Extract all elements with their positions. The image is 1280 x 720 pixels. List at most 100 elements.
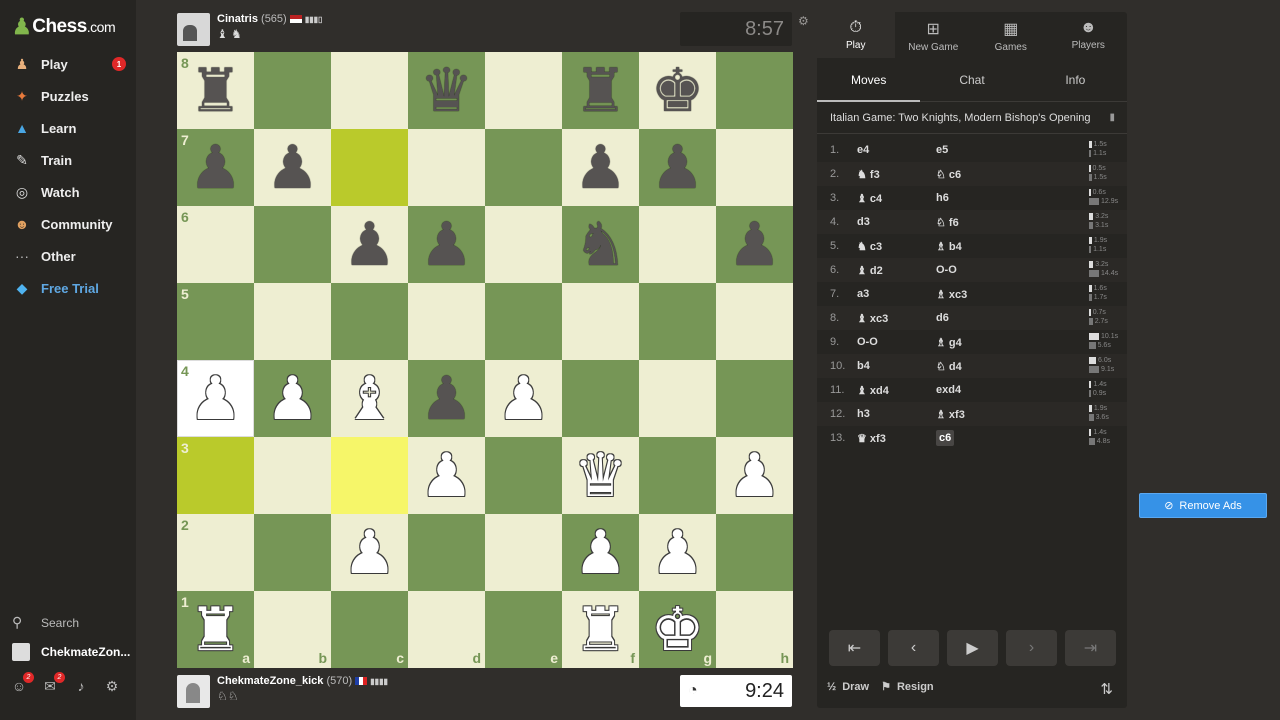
square-g8[interactable]: ♚ bbox=[639, 52, 716, 129]
square-d8[interactable]: ♛ bbox=[408, 52, 485, 129]
opponent-name-row[interactable]: Cinatris (565) ▮▮▮▯ bbox=[217, 13, 322, 25]
sidebar-item-watch[interactable]: ◎ Watch bbox=[12, 181, 128, 203]
square-a6[interactable]: 6 bbox=[177, 206, 254, 283]
first-move-button[interactable]: ⇤ bbox=[829, 630, 880, 666]
white-pawn-icon[interactable]: ♟ bbox=[266, 369, 320, 429]
square-c2[interactable]: ♟ bbox=[331, 514, 408, 591]
chess-board[interactable]: 8 ♜ ♛ ♜ ♚ 7 ♟ ♟ ♟ ♟ 6 ♟ ♟ ♞ ♟ 5 4 ♟ ♟ ♝ ♟ ♟ 3 ♟ ♛ ♟ 2 ♟ ♟ ♟ 1 a ♜ b c d e f ♜ g… bbox=[177, 52, 793, 668]
square-b3[interactable] bbox=[254, 437, 331, 514]
square-b4[interactable]: ♟ bbox=[254, 360, 331, 437]
sidebar-item-play[interactable]: ♟ Play 1 bbox=[12, 53, 128, 75]
square-e7[interactable] bbox=[485, 129, 562, 206]
resign-button[interactable]: Resign bbox=[897, 681, 934, 693]
square-a2[interactable]: 2 bbox=[177, 514, 254, 591]
square-d2[interactable] bbox=[408, 514, 485, 591]
white-pawn-icon[interactable]: ♟ bbox=[343, 523, 397, 583]
sidebar-item-train[interactable]: ✎ Train bbox=[12, 149, 128, 171]
white-move[interactable]: d3 bbox=[857, 216, 936, 228]
square-e2[interactable] bbox=[485, 514, 562, 591]
square-b5[interactable] bbox=[254, 283, 331, 360]
white-move[interactable]: O-O bbox=[857, 336, 936, 348]
black-move[interactable]: ♗ xf3 bbox=[936, 408, 1036, 421]
white-rook-icon[interactable]: ♜ bbox=[574, 600, 628, 660]
square-f7[interactable]: ♟ bbox=[562, 129, 639, 206]
book-icon[interactable]: ▮ bbox=[1109, 112, 1115, 123]
chess-com-logo[interactable]: ♟ Chess .com bbox=[12, 14, 116, 40]
white-move[interactable]: e4 bbox=[857, 144, 936, 156]
player-avatar[interactable] bbox=[177, 675, 210, 708]
square-g7[interactable]: ♟ bbox=[639, 129, 716, 206]
square-f3[interactable]: ♛ bbox=[562, 437, 639, 514]
black-pawn-icon[interactable]: ♟ bbox=[420, 369, 474, 429]
black-move[interactable]: ♘ f6 bbox=[936, 216, 1036, 229]
square-c5[interactable] bbox=[331, 283, 408, 360]
tab-players[interactable]: ☻ Players bbox=[1050, 12, 1128, 58]
square-f5[interactable] bbox=[562, 283, 639, 360]
square-f8[interactable]: ♜ bbox=[562, 52, 639, 129]
black-pawn-icon[interactable]: ♟ bbox=[189, 138, 243, 198]
square-d1[interactable]: d bbox=[408, 591, 485, 668]
square-h2[interactable] bbox=[716, 514, 793, 591]
square-g4[interactable] bbox=[639, 360, 716, 437]
square-d6[interactable]: ♟ bbox=[408, 206, 485, 283]
square-e6[interactable] bbox=[485, 206, 562, 283]
white-rook-icon[interactable]: ♜ bbox=[189, 600, 243, 660]
square-g1[interactable]: g ♚ bbox=[639, 591, 716, 668]
next-move-button[interactable]: › bbox=[1006, 630, 1057, 666]
square-a5[interactable]: 5 bbox=[177, 283, 254, 360]
square-b6[interactable] bbox=[254, 206, 331, 283]
black-queen-icon[interactable]: ♛ bbox=[420, 61, 474, 121]
square-h3[interactable]: ♟ bbox=[716, 437, 793, 514]
square-g3[interactable] bbox=[639, 437, 716, 514]
white-move[interactable]: ♝ d2 bbox=[857, 264, 936, 277]
black-pawn-icon[interactable]: ♟ bbox=[728, 215, 782, 275]
square-c3[interactable] bbox=[331, 437, 408, 514]
square-f4[interactable] bbox=[562, 360, 639, 437]
white-king-icon[interactable]: ♚ bbox=[651, 600, 705, 660]
square-h1[interactable]: h bbox=[716, 591, 793, 668]
black-move[interactable]: exd4 bbox=[936, 384, 1036, 396]
black-move[interactable]: e5 bbox=[936, 144, 1036, 156]
tab-chat[interactable]: Chat bbox=[920, 58, 1023, 101]
square-e5[interactable] bbox=[485, 283, 562, 360]
square-d4[interactable]: ♟ bbox=[408, 360, 485, 437]
black-pawn-icon[interactable]: ♟ bbox=[651, 138, 705, 198]
board-settings-icon[interactable]: ⚙ bbox=[798, 14, 809, 28]
black-knight-icon[interactable]: ♞ bbox=[574, 215, 628, 275]
draw-button[interactable]: Draw bbox=[842, 681, 869, 693]
last-move-button[interactable]: ⇥ bbox=[1065, 630, 1116, 666]
remove-ads-button[interactable]: ⊘ Remove Ads bbox=[1139, 493, 1267, 518]
square-e1[interactable]: e bbox=[485, 591, 562, 668]
square-e4[interactable]: ♟ bbox=[485, 360, 562, 437]
white-bishop-icon[interactable]: ♝ bbox=[343, 369, 397, 429]
square-c7[interactable] bbox=[331, 129, 408, 206]
square-h5[interactable] bbox=[716, 283, 793, 360]
black-pawn-icon[interactable]: ♟ bbox=[343, 215, 397, 275]
tab-play[interactable]: ⏱ Play bbox=[817, 12, 895, 58]
sidebar-item-free-trial[interactable]: ◆ Free Trial bbox=[12, 277, 128, 299]
square-g5[interactable] bbox=[639, 283, 716, 360]
square-c4[interactable]: ♝ bbox=[331, 360, 408, 437]
tab-games[interactable]: ▦ Games bbox=[972, 12, 1050, 58]
square-b7[interactable]: ♟ bbox=[254, 129, 331, 206]
white-move[interactable]: ♝ xc3 bbox=[857, 312, 936, 325]
square-f1[interactable]: f ♜ bbox=[562, 591, 639, 668]
square-a4[interactable]: 4 ♟ bbox=[177, 360, 254, 437]
white-move[interactable]: a3 bbox=[857, 288, 936, 300]
square-a3[interactable]: 3 bbox=[177, 437, 254, 514]
black-pawn-icon[interactable]: ♟ bbox=[574, 138, 628, 198]
sidebar-profile[interactable]: ChekmateZon... bbox=[12, 643, 130, 661]
square-f2[interactable]: ♟ bbox=[562, 514, 639, 591]
black-move[interactable]: c6 bbox=[936, 430, 1036, 446]
white-move[interactable]: ♝ xd4 bbox=[857, 384, 936, 397]
white-move[interactable]: h3 bbox=[857, 408, 936, 420]
square-h4[interactable] bbox=[716, 360, 793, 437]
square-g6[interactable] bbox=[639, 206, 716, 283]
black-rook-icon[interactable]: ♜ bbox=[574, 61, 628, 121]
white-move[interactable]: b4 bbox=[857, 360, 936, 372]
black-move[interactable]: ♗ b4 bbox=[936, 240, 1036, 253]
white-pawn-icon[interactable]: ♟ bbox=[728, 446, 782, 506]
square-d5[interactable] bbox=[408, 283, 485, 360]
bell-icon[interactable]: ♪ bbox=[72, 678, 90, 695]
square-g2[interactable]: ♟ bbox=[639, 514, 716, 591]
